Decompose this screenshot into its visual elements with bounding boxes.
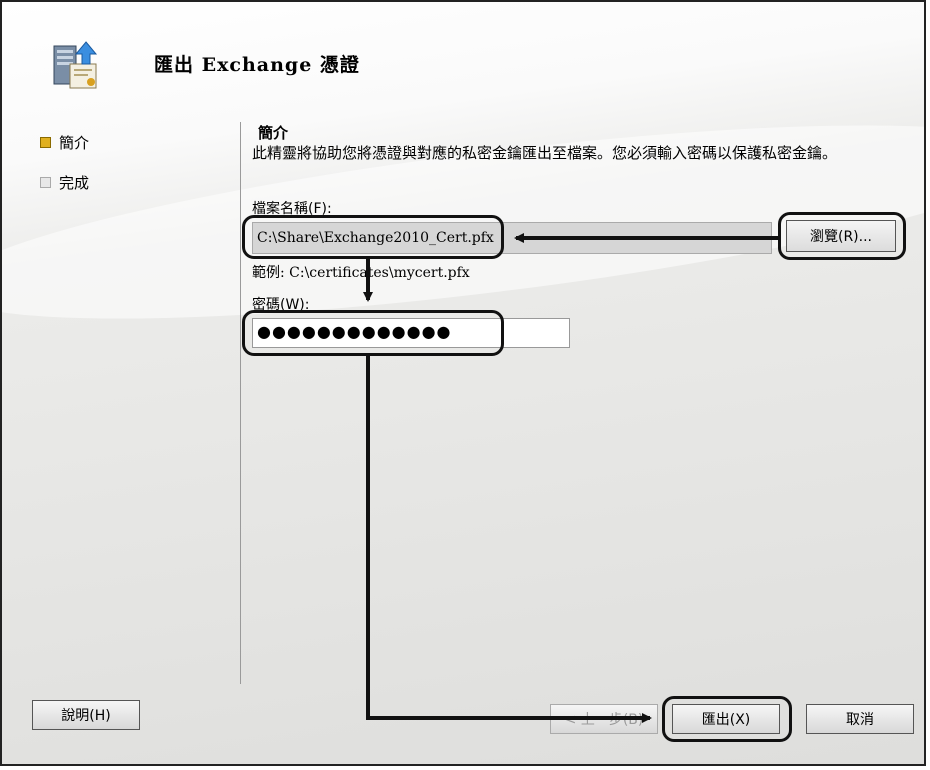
export-certificate-wizard-window: 匯出 Exchange 憑證 簡介 完成 簡介 此精靈將協助您將憑證與對應的私密… — [0, 0, 926, 766]
annotation-arrows — [363, 233, 778, 723]
arrow-password-to-export — [366, 356, 652, 723]
